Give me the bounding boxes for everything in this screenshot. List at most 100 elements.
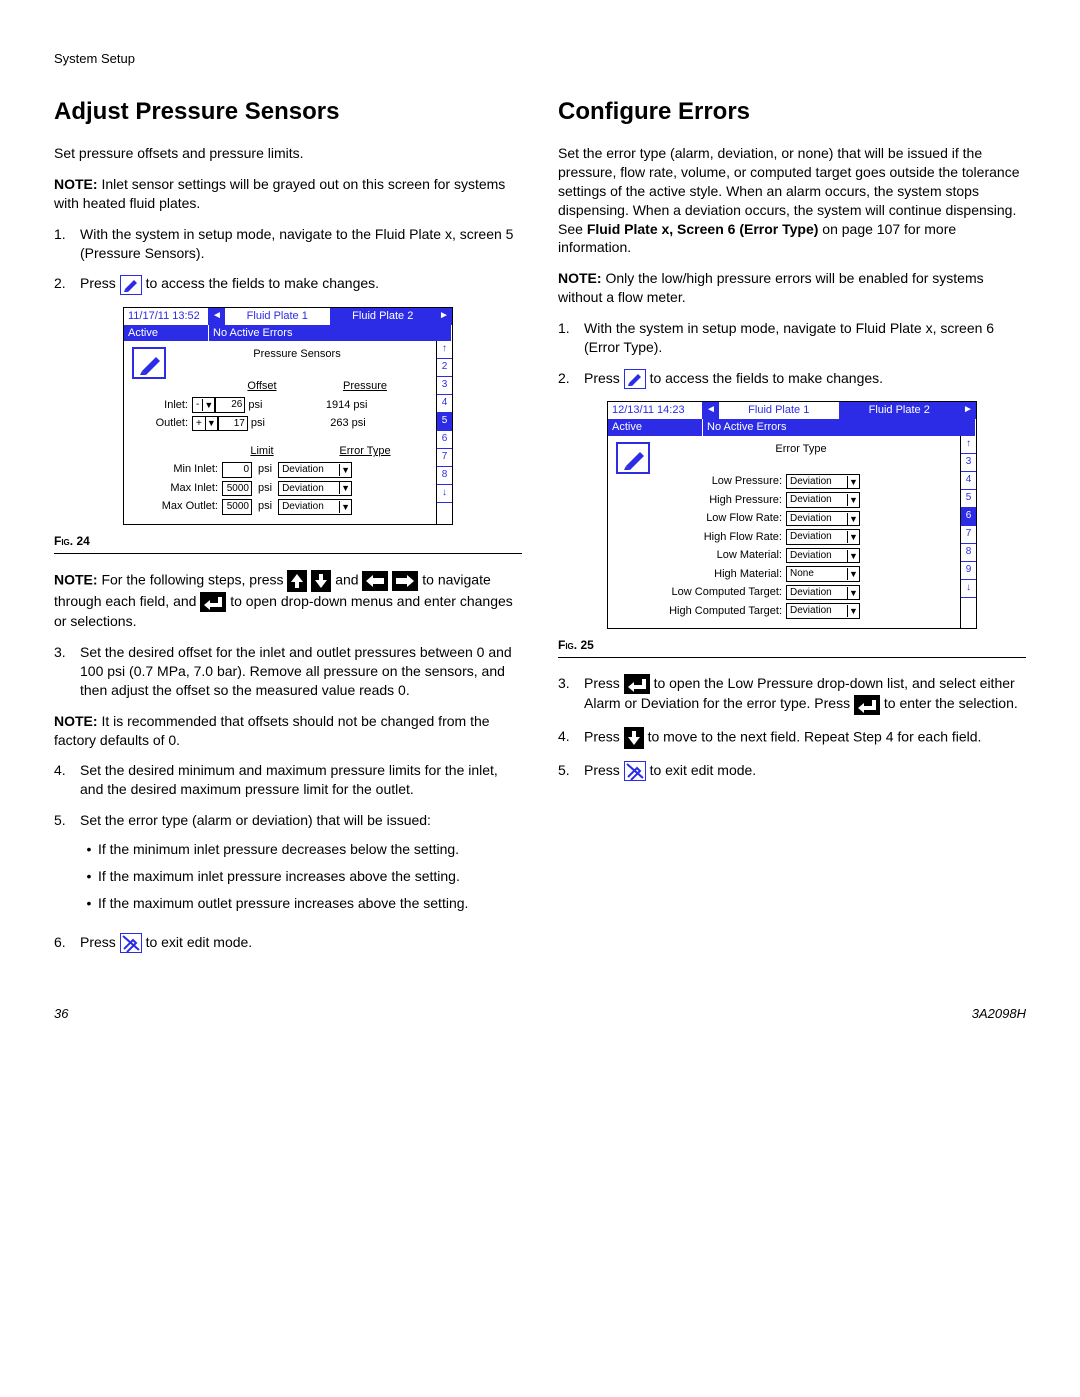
note-1: NOTE: Inlet sensor settings will be gray…: [54, 175, 522, 213]
left-arrow-icon[interactable]: ◄: [703, 402, 719, 419]
max-outlet-input[interactable]: 5000: [222, 499, 252, 515]
txt: to move to the next field. Repeat Step 4…: [648, 728, 982, 744]
tab-fluid-plate-2[interactable]: Fluid Plate 2: [331, 308, 437, 325]
nav-down-icon[interactable]: ↓: [437, 485, 452, 503]
step-num: 2.: [558, 369, 584, 389]
step-body: Press to access the fields to make chang…: [80, 274, 522, 294]
step-5: 5. Press to exit edit mode.: [558, 761, 1026, 781]
tab-fluid-plate-1[interactable]: Fluid Plate 1: [719, 402, 840, 419]
step-body: Set the error type (alarm or deviation) …: [80, 811, 522, 921]
content: Error Type Low Pressure:Deviation▼High P…: [608, 436, 960, 628]
pressure-header: Pressure: [302, 379, 428, 394]
content: Pressure Sensors Offset Pressure Inlet: …: [124, 341, 436, 523]
error-type-header: Error Type: [302, 444, 428, 459]
tab-fluid-plate-2[interactable]: Fluid Plate 2: [840, 402, 961, 419]
right-arrow-icon[interactable]: ►: [436, 308, 452, 325]
error-type-dropdown[interactable]: Deviation▼: [786, 585, 860, 601]
nav-7[interactable]: 7: [437, 449, 452, 467]
outlet-sign-dropdown[interactable]: +▼: [192, 416, 218, 432]
nav-6[interactable]: 6: [437, 431, 452, 449]
error-type-dropdown[interactable]: Deviation▼: [786, 548, 860, 564]
screen-title: Pressure Sensors: [166, 347, 428, 362]
up-arrow-icon: [287, 570, 307, 592]
inlet-offset-input[interactable]: 26: [215, 397, 245, 413]
nav-2[interactable]: 2: [437, 359, 452, 377]
txt: to enter the selection.: [884, 695, 1018, 711]
unit: psi: [252, 481, 278, 496]
step-body: Press to exit edit mode.: [80, 933, 522, 953]
active-label: Active: [124, 325, 209, 342]
txt: Only the low/high pressure errors will b…: [558, 270, 984, 305]
nav-9[interactable]: 9: [961, 562, 976, 580]
nav-5[interactable]: 5: [437, 413, 452, 431]
edit-mode-icon[interactable]: [132, 347, 166, 379]
txt: Press: [584, 675, 624, 691]
row-label: Low Flow Rate:: [616, 511, 786, 526]
nav-3[interactable]: 3: [961, 454, 976, 472]
unit: psi: [252, 462, 278, 477]
error-type-row: High Pressure:Deviation▼: [616, 492, 952, 508]
right-column: Configure Errors Set the error type (ala…: [558, 96, 1026, 965]
error-type-dropdown[interactable]: None▼: [786, 566, 860, 582]
txt: Press: [80, 275, 120, 291]
max-inlet-errortype-dropdown[interactable]: Deviation▼: [278, 481, 352, 497]
right-arrow-icon[interactable]: ►: [960, 402, 976, 419]
note-label: NOTE:: [558, 270, 602, 286]
step-num: 1.: [54, 225, 80, 263]
nav-up-icon[interactable]: ↑: [961, 436, 976, 454]
error-type-dropdown[interactable]: Deviation▼: [786, 511, 860, 527]
error-type-screen: 12/13/11 14:23 ◄ Fluid Plate 1 Fluid Pla…: [607, 401, 977, 629]
xref: Fluid Plate x, Screen 6 (Error Type): [587, 221, 819, 237]
min-inlet-errortype-dropdown[interactable]: Deviation▼: [278, 462, 352, 478]
txt: to exit edit mode.: [650, 762, 757, 778]
note-2: NOTE: For the following steps, press and…: [54, 570, 522, 631]
right-arrow-icon: [392, 571, 418, 591]
nav-8[interactable]: 8: [437, 467, 452, 485]
outlet-offset-input[interactable]: 17: [218, 416, 248, 432]
footer: 36 3A2098H: [54, 1005, 1026, 1023]
inlet-sign-dropdown[interactable]: -▼: [192, 397, 215, 413]
step-num: 3.: [54, 643, 80, 700]
step-num: 3.: [558, 674, 584, 715]
txt: For the following steps, press: [98, 571, 288, 587]
topbar: 12/13/11 14:23 ◄ Fluid Plate 1 Fluid Pla…: [608, 402, 976, 419]
right-heading: Configure Errors: [558, 96, 1026, 128]
error-type-row: High Flow Rate:Deviation▼: [616, 529, 952, 545]
txt: Set the error type (alarm or deviation) …: [80, 811, 522, 830]
note-label: NOTE:: [54, 713, 98, 729]
max-outlet-errortype-dropdown[interactable]: Deviation▼: [278, 499, 352, 515]
nav-4[interactable]: 4: [961, 472, 976, 490]
max-inlet-input[interactable]: 5000: [222, 481, 252, 497]
screen-title: Error Type: [650, 442, 952, 457]
edit-icon: [624, 369, 646, 389]
nav-4[interactable]: 4: [437, 395, 452, 413]
topbar: 11/17/11 13:52 ◄ Fluid Plate 1 Fluid Pla…: [124, 308, 452, 325]
error-type-dropdown[interactable]: Deviation▼: [786, 492, 860, 508]
note-label: NOTE:: [54, 571, 98, 587]
nav-8[interactable]: 8: [961, 544, 976, 562]
active-label: Active: [608, 419, 703, 436]
step-num: 4.: [558, 727, 584, 749]
pressure-sensors-screen: 11/17/11 13:52 ◄ Fluid Plate 1 Fluid Pla…: [123, 307, 453, 525]
error-type-row: High Material:None▼: [616, 566, 952, 582]
tab-fluid-plate-1[interactable]: Fluid Plate 1: [225, 308, 331, 325]
edit-mode-icon[interactable]: [616, 442, 650, 474]
nav-6[interactable]: 6: [961, 508, 976, 526]
nav-up-icon[interactable]: ↑: [437, 341, 452, 359]
timestamp: 12/13/11 14:23: [608, 402, 703, 419]
error-type-dropdown[interactable]: Deviation▼: [786, 603, 860, 619]
left-arrow-icon[interactable]: ◄: [209, 308, 225, 325]
nav-3[interactable]: 3: [437, 377, 452, 395]
min-inlet-input[interactable]: 0: [222, 462, 252, 478]
nav-7[interactable]: 7: [961, 526, 976, 544]
fig-25-caption: Fig. 25: [558, 637, 1026, 658]
row-label: High Flow Rate:: [616, 530, 786, 545]
nav-5[interactable]: 5: [961, 490, 976, 508]
error-type-dropdown[interactable]: Deviation▼: [786, 529, 860, 545]
nav-down-icon[interactable]: ↓: [961, 580, 976, 598]
statusbar: Active No Active Errors: [124, 325, 452, 342]
unit: psi: [248, 416, 268, 431]
error-type-dropdown[interactable]: Deviation▼: [786, 474, 860, 490]
txt: If the minimum inlet pressure decreases …: [98, 840, 459, 859]
note-1: NOTE: Only the low/high pressure errors …: [558, 269, 1026, 307]
